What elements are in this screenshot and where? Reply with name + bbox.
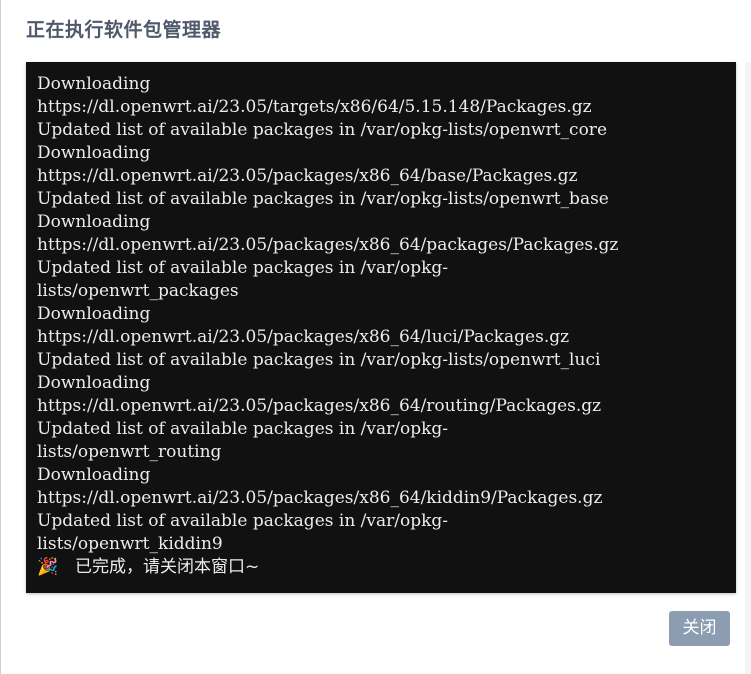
console-line: Updated list of available packages in /v… (37, 350, 601, 370)
console-line: Updated list of available packages in /v… (37, 511, 449, 531)
dialog-scroll-edge (745, 62, 751, 674)
console-line: https://dl.openwrt.ai/23.05/targets/x86/… (37, 97, 592, 117)
console-line: Updated list of available packages in /v… (37, 120, 607, 140)
package-manager-dialog: 正在执行软件包管理器 Downloading https://dl.openwr… (0, 0, 751, 674)
console-output[interactable]: Downloading https://dl.openwrt.ai/23.05/… (26, 62, 736, 593)
console-line: Downloading (37, 373, 151, 393)
console-line: Updated list of available packages in /v… (37, 189, 609, 209)
console-line: Downloading (37, 304, 151, 324)
completion-text: 已完成，请关闭本窗口~ (75, 557, 260, 577)
console-line: Downloading (37, 74, 151, 94)
console-line: https://dl.openwrt.ai/23.05/packages/x86… (37, 327, 570, 347)
console-line: Downloading (37, 212, 151, 232)
party-popper-icon: 🎉 (37, 557, 59, 577)
console-line: Downloading (37, 465, 151, 485)
console-line: https://dl.openwrt.ai/23.05/packages/x86… (37, 488, 603, 508)
console-line: Downloading (37, 143, 151, 163)
console-line: Updated list of available packages in /v… (37, 258, 449, 278)
console-line: https://dl.openwrt.ai/23.05/packages/x86… (37, 396, 602, 416)
dialog-title: 正在执行软件包管理器 (26, 19, 222, 41)
console-line: lists/openwrt_routing (37, 442, 222, 462)
console-line: Updated list of available packages in /v… (37, 419, 449, 439)
completion-message: 🎉 已完成，请关闭本窗口~ (37, 556, 728, 579)
console-line: lists/openwrt_kiddin9 (37, 534, 223, 554)
console-line: lists/openwrt_packages (37, 281, 239, 301)
console-line: https://dl.openwrt.ai/23.05/packages/x86… (37, 235, 619, 255)
console-line: https://dl.openwrt.ai/23.05/packages/x86… (37, 166, 578, 186)
close-button[interactable]: 关闭 (669, 611, 730, 646)
